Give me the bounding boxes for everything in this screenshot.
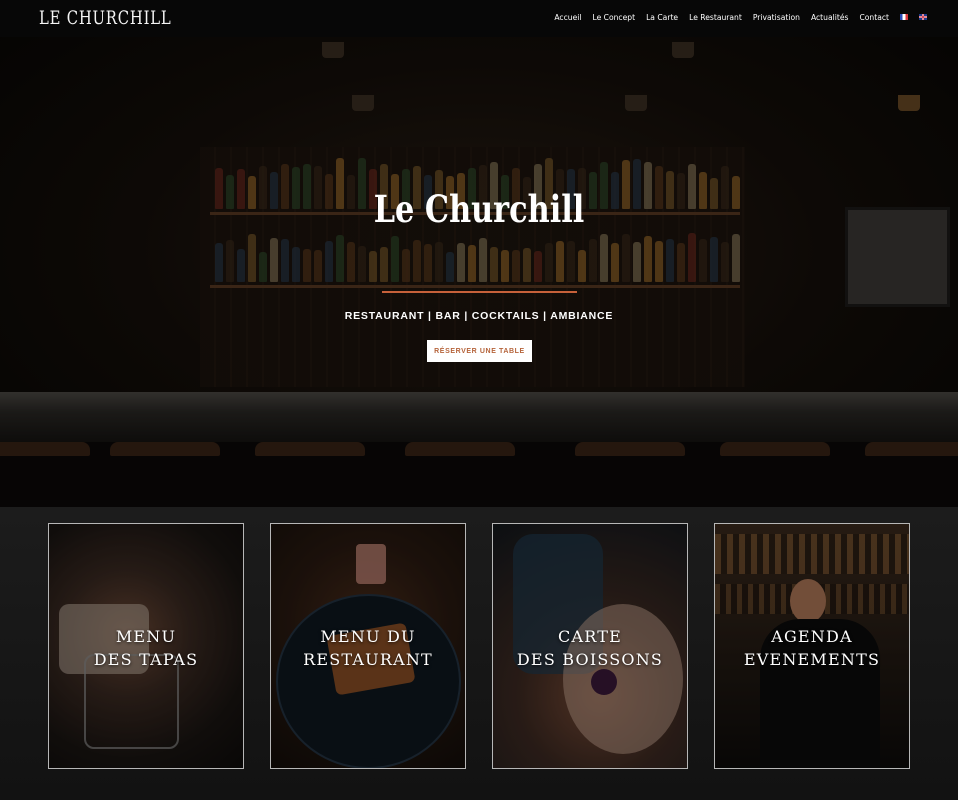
nav-la-carte[interactable]: La Carte bbox=[646, 13, 678, 22]
nav-privatisation[interactable]: Privatisation bbox=[753, 13, 800, 22]
nav-actualites[interactable]: Actualités bbox=[811, 13, 849, 22]
card-agenda-evenements[interactable]: AGENDA EVENEMENTS bbox=[714, 523, 910, 769]
english-flag-icon[interactable] bbox=[919, 13, 927, 20]
card-label: MENU DES TAPAS bbox=[93, 627, 199, 669]
card-label: MENU DU RESTAURANT bbox=[303, 627, 433, 669]
feature-cards: MENU DES TAPAS MENU DU RESTAURANT CARTE … bbox=[0, 507, 958, 800]
nav-accueil[interactable]: Accueil bbox=[554, 13, 581, 22]
nav-le-concept[interactable]: Le Concept bbox=[592, 13, 635, 22]
reserve-table-button[interactable]: RÉSERVER UNE TABLE bbox=[427, 340, 532, 362]
site-logo[interactable]: LE CHURCHILL bbox=[39, 7, 171, 29]
hero-overlay bbox=[0, 37, 958, 507]
hero-subtitle: RESTAURANT | BAR | COCKTAILS | AMBIANCE bbox=[344, 310, 614, 322]
card-label: CARTE DES BOISSONS bbox=[516, 627, 664, 669]
hero-banner: Le Churchill RESTAURANT | BAR | COCKTAIL… bbox=[0, 37, 958, 507]
french-flag-icon[interactable] bbox=[900, 13, 908, 20]
hero-divider bbox=[382, 291, 577, 293]
card-label: AGENDA EVENEMENTS bbox=[743, 627, 881, 669]
nav-le-restaurant[interactable]: Le Restaurant bbox=[689, 13, 742, 22]
site-header: LE CHURCHILL Accueil Le Concept La Carte… bbox=[0, 0, 958, 37]
card-carte-boissons[interactable]: CARTE DES BOISSONS bbox=[492, 523, 688, 769]
card-menu-tapas[interactable]: MENU DES TAPAS bbox=[48, 523, 244, 769]
hero-title: Le Churchill bbox=[373, 187, 585, 231]
card-menu-restaurant[interactable]: MENU DU RESTAURANT bbox=[270, 523, 466, 769]
main-nav: Accueil Le Concept La Carte Le Restauran… bbox=[554, 13, 927, 22]
nav-contact[interactable]: Contact bbox=[859, 13, 889, 22]
